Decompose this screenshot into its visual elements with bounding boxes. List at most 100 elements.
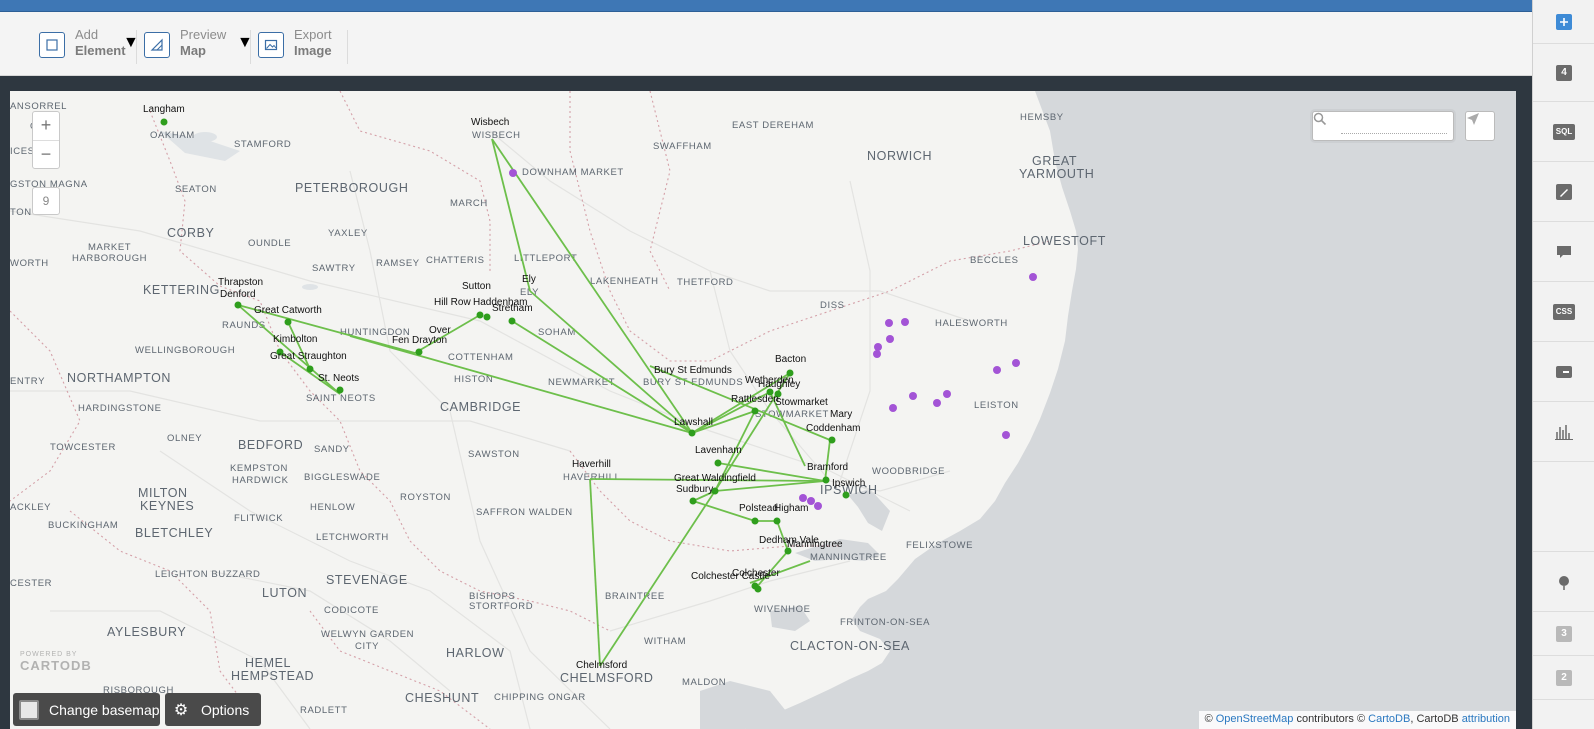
route-line bbox=[529, 290, 693, 434]
legend-tab[interactable] bbox=[1533, 342, 1594, 402]
cartodb-logo: POWERED BY CARTODB bbox=[20, 651, 92, 673]
map-point[interactable] bbox=[751, 407, 759, 415]
map-point[interactable] bbox=[1002, 431, 1010, 439]
map-point[interactable] bbox=[509, 169, 517, 177]
basemap-label: GREAT bbox=[1032, 154, 1077, 168]
place-label: Ipswich bbox=[832, 478, 865, 489]
place-label: Rattlesden bbox=[731, 394, 779, 405]
basemap-label: HARLOW bbox=[446, 646, 504, 660]
map-search-box[interactable] bbox=[1312, 111, 1454, 141]
basemap-label: LEISTON bbox=[974, 400, 1019, 411]
map-point[interactable] bbox=[828, 436, 836, 444]
map-point[interactable] bbox=[1012, 359, 1020, 367]
map-point[interactable] bbox=[909, 392, 917, 400]
brush-icon bbox=[1556, 183, 1572, 200]
change-basemap-button[interactable]: Change basemap bbox=[13, 693, 160, 726]
place-label: Mary bbox=[830, 409, 852, 420]
map-point[interactable] bbox=[508, 317, 516, 325]
infowindow-tab[interactable] bbox=[1533, 222, 1594, 282]
basemap-label: BUCKINGHAM bbox=[48, 520, 118, 531]
basemap-label: AYLESBURY bbox=[107, 625, 186, 639]
map-point[interactable] bbox=[689, 497, 697, 505]
layer-badge-2: 2 bbox=[1556, 669, 1572, 686]
share-button[interactable] bbox=[1465, 111, 1495, 141]
basemap-label: HARDINGSTONE bbox=[78, 403, 162, 414]
map-point[interactable] bbox=[160, 118, 168, 126]
zoom-out-button[interactable]: − bbox=[33, 140, 59, 168]
map-point[interactable] bbox=[1029, 273, 1037, 281]
osm-link[interactable]: OpenStreetMap bbox=[1216, 713, 1294, 725]
map-point[interactable] bbox=[773, 517, 781, 525]
basemap-label: HEMPSTEAD bbox=[231, 669, 314, 683]
map-point[interactable] bbox=[234, 301, 242, 309]
boundary bbox=[649, 91, 671, 292]
basemap-label: HARBOROUGH bbox=[72, 253, 147, 264]
layer-count-tab[interactable]: 4 bbox=[1533, 44, 1594, 102]
map-point[interactable] bbox=[483, 313, 491, 321]
map-point[interactable] bbox=[993, 366, 1001, 374]
attribution-mid2: , CartoDB bbox=[1410, 713, 1462, 725]
pin-icon bbox=[1559, 575, 1569, 590]
basemap-label: STEVENAGE bbox=[326, 573, 408, 587]
export-image-label-1: Export bbox=[294, 27, 332, 42]
map-point[interactable] bbox=[889, 404, 897, 412]
place-label: Fen Drayton bbox=[392, 335, 447, 346]
options-button[interactable]: ⚙ Options bbox=[165, 693, 261, 726]
wizard-tab[interactable] bbox=[1533, 162, 1594, 222]
basemap-label: NORTHAMPTON bbox=[67, 371, 171, 385]
map-point[interactable] bbox=[799, 494, 807, 502]
map-point[interactable] bbox=[415, 348, 423, 356]
map-point[interactable] bbox=[901, 318, 909, 326]
filters-tab[interactable] bbox=[1533, 402, 1594, 462]
map-canvas[interactable]: .b { font-family: "Liberation Sans", san… bbox=[10, 91, 1516, 729]
place-label: Great Waldingfield bbox=[674, 473, 756, 484]
place-label: Polstead bbox=[739, 503, 778, 514]
editor-toolbar: Add Element ▼ Preview Map ▼ Export Image bbox=[0, 12, 1532, 76]
export-image-button[interactable]: Export Image bbox=[258, 27, 332, 67]
map-point[interactable] bbox=[822, 476, 830, 484]
place-label: Great Straughton bbox=[270, 351, 347, 362]
map-point[interactable] bbox=[814, 502, 822, 510]
map-point[interactable] bbox=[754, 585, 762, 593]
basemap-label: LAKENHEATH bbox=[590, 276, 659, 287]
layer-tab-2[interactable]: 2 bbox=[1533, 656, 1594, 700]
css-tab[interactable]: CSS bbox=[1533, 282, 1594, 342]
cartodb-link[interactable]: CartoDB bbox=[1368, 713, 1410, 725]
north-sea bbox=[745, 91, 1516, 729]
place-label: Lavenham bbox=[695, 445, 742, 456]
map-point[interactable] bbox=[842, 491, 850, 499]
image-icon bbox=[258, 32, 284, 58]
add-layer-button[interactable] bbox=[1533, 0, 1594, 44]
map-point[interactable] bbox=[284, 318, 292, 326]
basemap-label: KEMPSTON bbox=[230, 463, 288, 474]
gear-icon: ⚙ bbox=[173, 701, 189, 719]
preview-map-button[interactable]: Preview Map bbox=[144, 27, 226, 67]
map-point[interactable] bbox=[885, 319, 893, 327]
map-point[interactable] bbox=[933, 399, 941, 407]
map-point[interactable] bbox=[873, 350, 881, 358]
map-point[interactable] bbox=[886, 335, 894, 343]
map-search-input[interactable] bbox=[1341, 118, 1447, 134]
map-point[interactable] bbox=[336, 386, 344, 394]
basemap-label: SAWSTON bbox=[468, 449, 520, 460]
place-label: Higham bbox=[774, 503, 808, 514]
sql-tab[interactable]: SQL bbox=[1533, 102, 1594, 162]
map-point[interactable] bbox=[688, 429, 696, 437]
basemap-label: BLETCHLEY bbox=[135, 526, 213, 540]
basemap-label: RAUNDS bbox=[222, 320, 266, 331]
attribution-link[interactable]: attribution bbox=[1462, 713, 1510, 725]
map-point[interactable] bbox=[751, 517, 759, 525]
map-point[interactable] bbox=[476, 311, 484, 319]
layer-tab-3[interactable]: 3 bbox=[1533, 612, 1594, 656]
map-point[interactable] bbox=[714, 459, 722, 467]
map-point[interactable] bbox=[874, 343, 882, 351]
zoom-in-button[interactable]: + bbox=[33, 112, 59, 140]
zoom-level-indicator: 9 bbox=[32, 187, 60, 215]
map-pin-tab[interactable] bbox=[1533, 552, 1594, 612]
basemap-label: LEIGHTON BUZZARD bbox=[155, 569, 261, 580]
basemap-label: OLNEY bbox=[167, 433, 202, 444]
add-element-button[interactable]: Add Element bbox=[39, 27, 126, 67]
map-point[interactable] bbox=[306, 365, 314, 373]
map-point[interactable] bbox=[943, 390, 951, 398]
right-sidebar: 4 SQL CSS 3 2 bbox=[1532, 0, 1594, 729]
